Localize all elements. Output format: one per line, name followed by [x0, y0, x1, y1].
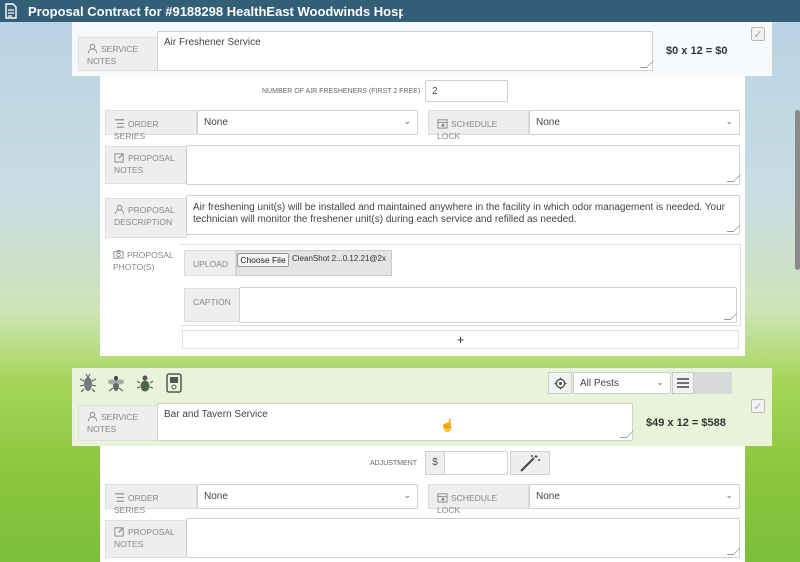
chevron-down-icon: ⌄	[725, 490, 733, 500]
person-icon	[87, 43, 98, 54]
proposal-notes-input-2[interactable]	[186, 518, 740, 558]
fly-icon[interactable]	[107, 373, 125, 393]
air-fresheners-label: NUMBER OF AIR FRESHENERS (FIRST 2 FREE)	[262, 88, 421, 95]
title-bar: Proposal Contract for #9188298 HealthEas…	[0, 0, 800, 22]
magic-wand-button[interactable]	[510, 451, 550, 475]
page-title: Proposal Contract for #9188298 HealthEas…	[28, 3, 403, 19]
order-series-label-1: ORDER SERIES	[105, 110, 197, 141]
scrollbar-thumb[interactable]	[795, 110, 800, 270]
calendar-lock-icon	[437, 493, 448, 503]
gear-icon	[553, 376, 567, 390]
calendar-lock-icon	[437, 119, 448, 129]
schedule-lock-label-2: SCHEDULE LOCK	[428, 484, 529, 515]
schedule-lock-select-1[interactable]: None ⌄	[529, 110, 740, 135]
file-name-text: CleanShot 2...0.12.21@2x	[292, 254, 386, 263]
add-photo-button[interactable]: +	[182, 330, 739, 349]
air-fresheners-input[interactable]: 2	[425, 80, 508, 102]
proposal-description-input[interactable]: Air freshening unit(s) will be installed…	[186, 195, 740, 235]
menu-button[interactable]	[672, 372, 694, 394]
service-notes-label-1: SERVICE NOTES	[78, 37, 158, 71]
list-icon	[114, 119, 125, 128]
service-notes-input-1[interactable]: Air Freshener Service	[157, 31, 653, 71]
upload-label: UPLOAD	[184, 250, 236, 276]
settings-button[interactable]	[548, 372, 572, 394]
edit-icon	[114, 153, 124, 163]
pest-filter-select[interactable]: All Pests ⌄	[573, 372, 671, 394]
order-series-select-1[interactable]: None ⌄	[197, 110, 418, 135]
page-scrollbar[interactable]	[794, 22, 800, 562]
schedule-lock-label-1: SCHEDULE LOCK	[428, 110, 529, 141]
service-checkbox-1[interactable]: ✓	[751, 27, 765, 41]
caption-label: CAPTION	[184, 288, 240, 322]
order-series-label-2: ORDER SERIES	[105, 484, 197, 515]
price-total-1: $0 x 12 = $0	[666, 45, 728, 57]
person-icon	[114, 204, 125, 215]
edit-icon	[114, 527, 124, 537]
cockroach-icon[interactable]	[79, 373, 97, 393]
proposal-photos-label: PROPOSAL PHOTO(S)	[105, 244, 180, 326]
chevron-down-icon: ⌄	[403, 116, 411, 126]
proposal-notes-input-1[interactable]	[186, 145, 740, 185]
adjustment-input[interactable]	[444, 451, 508, 475]
caption-input[interactable]	[239, 287, 737, 323]
adjustment-label: ADJUSTMENT	[370, 460, 418, 467]
service-checkbox-2[interactable]: ✓	[751, 399, 765, 413]
toolbar-blank-button[interactable]	[694, 372, 732, 394]
camera-icon	[113, 249, 124, 259]
schedule-lock-select-2[interactable]: None ⌄	[529, 484, 740, 509]
service-notes-input-2[interactable]: Bar and Tavern Service	[157, 403, 633, 441]
list-icon	[114, 493, 125, 502]
document-icon	[0, 0, 22, 22]
proposal-notes-label-1: PROPOSAL NOTES	[105, 146, 187, 184]
check-icon: ✓	[753, 28, 763, 41]
mouse-cursor: ☝	[440, 418, 455, 432]
adjustment-prefix: $	[425, 451, 445, 475]
chevron-down-icon: ⌄	[656, 377, 664, 387]
trap-icon[interactable]	[166, 373, 182, 393]
proposal-description-label: PROPOSAL DESCRIPTION	[105, 198, 187, 238]
check-icon: ✓	[753, 400, 763, 413]
person-icon	[87, 411, 98, 422]
choose-file-button[interactable]: Choose File	[237, 253, 289, 267]
price-total-2: $49 x 12 = $588	[646, 417, 726, 429]
chevron-down-icon: ⌄	[725, 116, 733, 126]
menu-icon	[677, 378, 689, 388]
chevron-down-icon: ⌄	[403, 490, 411, 500]
magic-wand-icon	[520, 455, 540, 472]
service-notes-label-2: SERVICE NOTES	[78, 405, 158, 441]
proposal-notes-label-2: PROPOSAL NOTES	[105, 520, 187, 558]
order-series-select-2[interactable]: None ⌄	[197, 484, 418, 509]
bug-icon[interactable]	[136, 373, 154, 393]
